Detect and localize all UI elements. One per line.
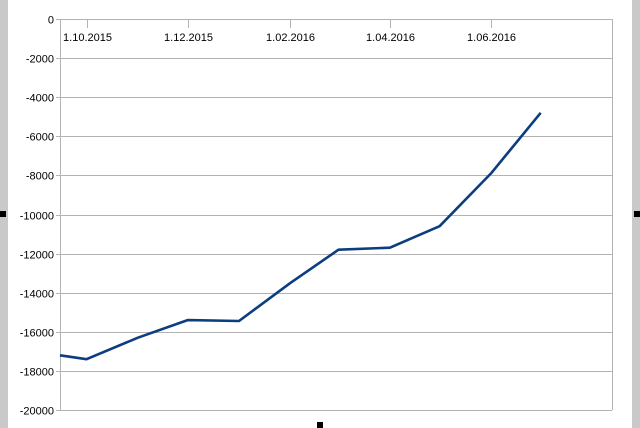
y-tick-label: 0 [48, 15, 54, 27]
line-chart: 0 -2000 -4000 -6000 -8000 -10000 -12000 -14000 -… [20, 15, 613, 418]
y-tick-label: -12000 [20, 250, 54, 262]
y-tick-label: -20000 [20, 406, 54, 418]
x-tick-label: 1.02.2016 [266, 32, 315, 44]
selection-handle-right[interactable] [634, 211, 640, 217]
y-tick-label: -2000 [26, 54, 54, 66]
selection-handle-left[interactable] [0, 211, 6, 217]
y-tick-label: -10000 [20, 211, 54, 223]
y-tick-label: -16000 [20, 328, 54, 340]
y-tick-label: -14000 [20, 289, 54, 301]
y-tick-label: -8000 [26, 171, 54, 183]
x-axis-labels: 1.10.2015 1.12.2015 1.02.2016 1.04.2016 1.06… [63, 32, 516, 44]
x-tick-label: 1.10.2015 [63, 32, 112, 44]
series-line [59, 111, 542, 361]
grid-lines [56, 19, 613, 411]
y-tick-label: -6000 [26, 132, 54, 144]
x-tick-label: 1.12.2015 [164, 32, 213, 44]
chart-frame: 0 -2000 -4000 -6000 -8000 -10000 -12000 -14000 -… [8, 0, 632, 428]
x-tick-label: 1.06.2016 [467, 32, 516, 44]
y-tick-label: -18000 [20, 367, 54, 379]
y-tick-label: -4000 [26, 93, 54, 105]
selection-handle-bottom[interactable] [317, 422, 323, 428]
y-axis-labels: 0 -2000 -4000 -6000 -8000 -10000 -12000 -14000 -… [20, 15, 54, 418]
x-tick-label: 1.04.2016 [366, 32, 415, 44]
